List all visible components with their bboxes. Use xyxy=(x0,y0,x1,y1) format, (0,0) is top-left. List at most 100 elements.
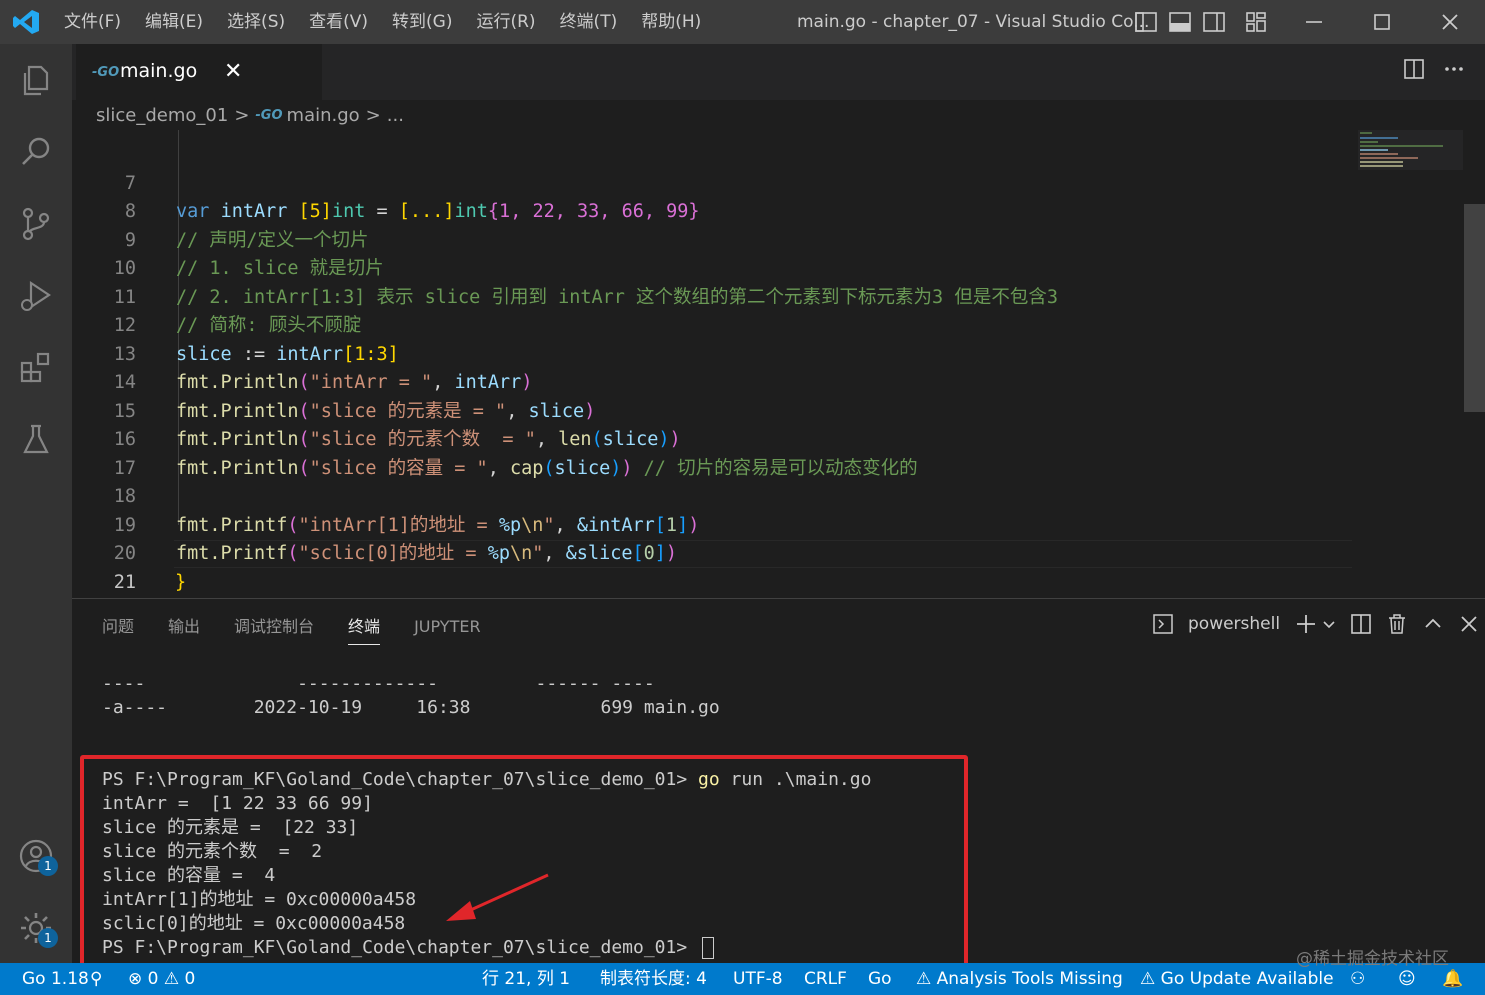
error-icon: ⊗ xyxy=(128,969,143,989)
new-terminal-icon[interactable] xyxy=(1294,613,1318,635)
tab-label: main.go xyxy=(120,60,198,82)
explorer-icon xyxy=(23,65,49,96)
shell-selector[interactable]: powershell xyxy=(1188,614,1280,634)
maximize-button[interactable] xyxy=(1359,0,1405,44)
toggle-primary-sidebar-icon[interactable] xyxy=(1134,11,1158,33)
pin-icon: ⚲ xyxy=(90,969,103,989)
problems-indicator[interactable]: ⊗ 0 ⚠ 0 xyxy=(128,963,195,995)
source-control-icon xyxy=(22,207,50,241)
status-bar: Go 1.18 ⚲ ⊗ 0 ⚠ 0 行 21, 列 1 制表符长度: 4 UTF… xyxy=(0,963,1485,995)
extensions-icon xyxy=(20,352,50,383)
chevron-right-icon: > xyxy=(234,104,250,126)
split-editor-icon[interactable] xyxy=(1403,58,1425,80)
code-editor[interactable]: 7 var intArr [5]int = [...]int{1, 22, 33… xyxy=(72,130,1485,598)
line-number: 21 xyxy=(113,571,136,593)
code-line: 17 xyxy=(72,426,1362,479)
bottom-panel: 问题 输出 调试控制台 终端 JUPYTER powershell ---- -… xyxy=(72,598,1485,977)
source-control-button[interactable] xyxy=(14,202,58,246)
tab-terminal[interactable]: 终端 xyxy=(331,599,397,655)
breadcrumb: slice_demo_01 > -GO main.go > ... xyxy=(72,100,1485,130)
terminal-line: -a---- 2022-10-19 16:38 699 main.go xyxy=(102,697,720,718)
tab-output[interactable]: 输出 xyxy=(151,599,217,655)
encoding[interactable]: UTF-8 xyxy=(733,963,783,995)
testing-icon xyxy=(23,424,49,454)
activity-bar: 1 1 xyxy=(0,44,72,963)
toggle-secondary-sidebar-icon[interactable] xyxy=(1202,11,1226,33)
code-line: 9 // 1. slice 就是切片 xyxy=(72,198,1362,280)
tab-jupyter[interactable]: JUPYTER xyxy=(397,599,498,655)
code-line: 10 // 2. intArr[1:3] 表示 slice 引用到 intArr… xyxy=(72,227,1362,308)
accounts-badge: 1 xyxy=(38,856,58,876)
editor-tab-bar: -GO main.go ✕ xyxy=(72,44,1485,100)
chevron-up-icon[interactable] xyxy=(1422,613,1444,635)
minimize-button[interactable] xyxy=(1291,0,1337,44)
layout-controls xyxy=(1134,11,1268,33)
manage-badge: 1 xyxy=(38,928,58,948)
breadcrumb-folder[interactable]: slice_demo_01 xyxy=(96,105,228,126)
search-icon xyxy=(22,137,50,165)
menu-selection[interactable]: 选择(S) xyxy=(215,0,297,44)
go-file-icon: -GO xyxy=(92,65,120,80)
title-bar: 文件(F) 编辑(E) 选择(S) 查看(V) 转到(G) 运行(R) 终端(T… xyxy=(0,0,1485,44)
code-line: 21 xyxy=(72,540,1362,593)
code-line: 13 fmt.Println("intArr = ", intArr) xyxy=(72,312,1362,394)
split-terminal-icon[interactable] xyxy=(1350,613,1372,635)
menu-view[interactable]: 查看(V) xyxy=(297,0,380,44)
chevron-right-icon: > xyxy=(365,104,381,126)
search-button[interactable] xyxy=(14,130,58,174)
close-icon xyxy=(1442,14,1458,30)
accounts-button[interactable]: 1 xyxy=(14,834,58,878)
tab-problems[interactable]: 问题 xyxy=(85,599,151,655)
manage-button[interactable]: 1 xyxy=(14,906,58,950)
menu-terminal[interactable]: 终端(T) xyxy=(548,0,630,44)
chevron-down-icon[interactable] xyxy=(1322,613,1336,635)
terminal-line: ---- ------------- ------ ---- xyxy=(102,673,655,694)
customize-layout-icon[interactable] xyxy=(1244,11,1268,33)
tab-close-icon[interactable]: ✕ xyxy=(224,59,242,84)
analysis-tools-status[interactable]: ⚠ Analysis Tools Missing xyxy=(916,963,1123,995)
cursor-position[interactable]: 行 21, 列 1 xyxy=(482,963,570,995)
close-panel-icon[interactable] xyxy=(1458,613,1480,635)
watermark: @稀土掘金技术社区 xyxy=(1296,949,1449,969)
editor-scrollbar[interactable] xyxy=(1464,204,1485,412)
menu-go[interactable]: 转到(G) xyxy=(380,0,464,44)
close-window-button[interactable] xyxy=(1427,0,1473,44)
go-file-icon: -GO xyxy=(255,107,283,123)
run-debug-icon xyxy=(21,280,51,311)
testing-button[interactable] xyxy=(14,418,58,462)
language-mode[interactable]: Go xyxy=(868,963,892,995)
trash-icon[interactable] xyxy=(1386,613,1408,635)
breadcrumb-file[interactable]: main.go xyxy=(287,105,360,126)
explorer-button[interactable] xyxy=(14,58,58,102)
minimap[interactable] xyxy=(1358,130,1463,170)
code-line: 16 fmt.Println("slice 的容量 = ", cap(slice… xyxy=(72,398,1362,479)
end-of-line[interactable]: CRLF xyxy=(804,963,847,995)
menu-run[interactable]: 运行(R) xyxy=(464,0,547,44)
tab-debug-console[interactable]: 调试控制台 xyxy=(217,599,331,655)
code-line: 19 fmt.Printf("sclic[0]的地址 = %p\n", &sli… xyxy=(72,483,1362,565)
more-actions-icon[interactable] xyxy=(1443,58,1465,80)
minimize-icon xyxy=(1306,21,1322,23)
toggle-panel-icon[interactable] xyxy=(1168,11,1192,33)
code-line: 8 // 声明/定义一个切片 xyxy=(72,170,1362,251)
code-line: 7 var intArr [5]int = [...]int{1, 22, 33… xyxy=(72,141,1362,223)
extensions-button[interactable] xyxy=(14,346,58,390)
code-line: 18 fmt.Printf("intArr[1]的地址 = %p\n", &in… xyxy=(72,455,1362,536)
terminal-icon xyxy=(1153,614,1173,634)
warning-icon: ⚠ xyxy=(163,969,180,989)
code-line: 12 slice := intArr[1:3] xyxy=(72,284,1362,365)
run-debug-button[interactable] xyxy=(14,274,58,318)
code-line: 11 // 简称: 顾头不顾腚 xyxy=(72,255,1362,337)
go-version[interactable]: Go 1.18 xyxy=(22,963,89,995)
warning-icon: ⚠ xyxy=(916,969,932,989)
code-line: 20 } xyxy=(72,512,1362,593)
maximize-icon xyxy=(1374,14,1390,30)
code-line: 14 fmt.Println("slice 的元素是 = ", slice) xyxy=(72,341,1362,422)
breadcrumb-more[interactable]: ... xyxy=(387,105,404,126)
tab-main-go[interactable]: -GO main.go ✕ xyxy=(76,44,322,100)
menu-help[interactable]: 帮助(H) xyxy=(629,0,713,44)
tab-size[interactable]: 制表符长度: 4 xyxy=(600,963,707,995)
code-line: 15 fmt.Println("slice 的元素个数 = ", len(sli… xyxy=(72,369,1362,451)
menu-edit[interactable]: 编辑(E) xyxy=(133,0,215,44)
menu-file[interactable]: 文件(F) xyxy=(52,0,133,44)
